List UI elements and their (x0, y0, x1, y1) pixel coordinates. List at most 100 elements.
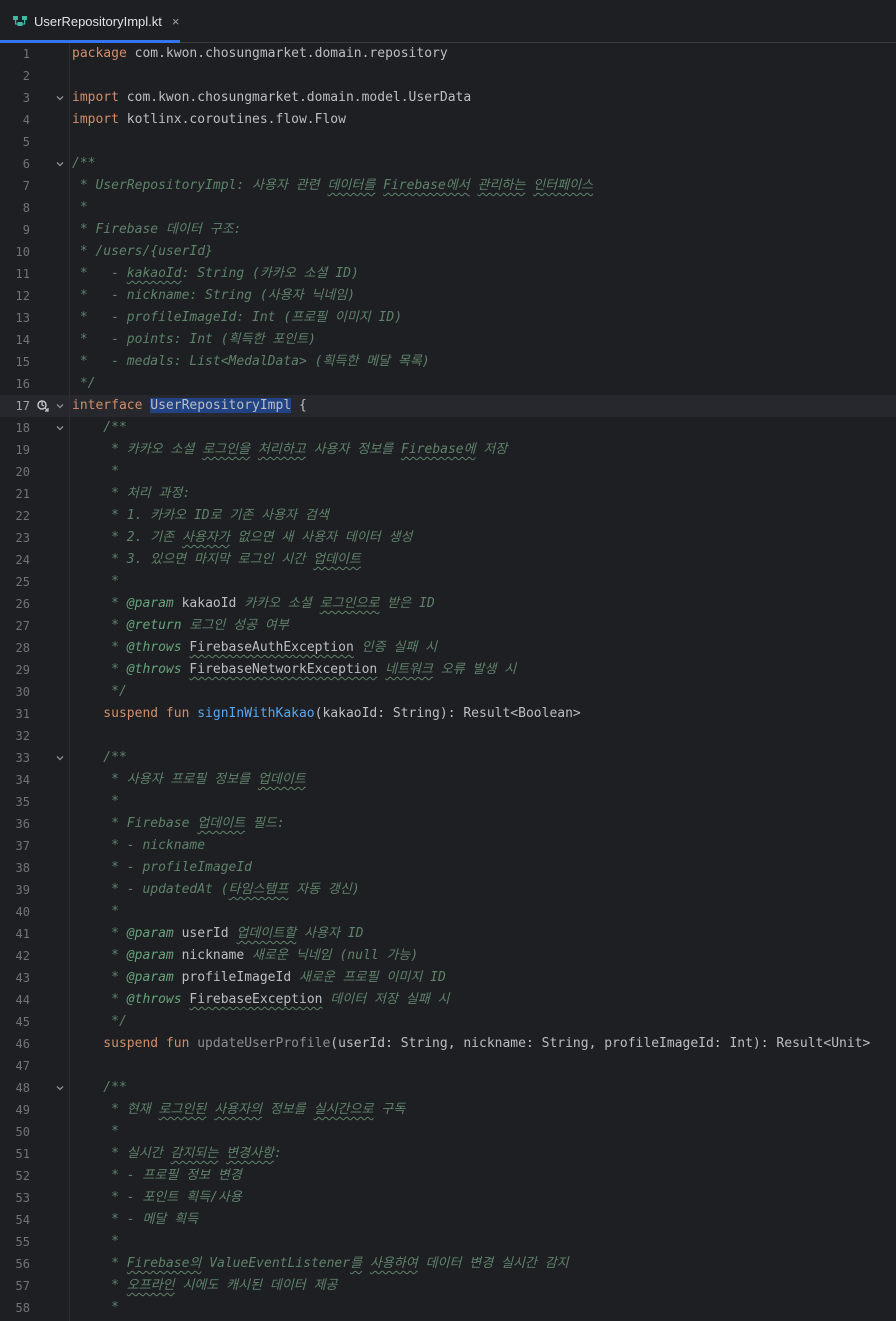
code-line[interactable]: * @param userId 업데이트할 사용자 ID (70, 923, 896, 945)
code-line[interactable]: * 실시간 감지되는 변경사항: (70, 1143, 896, 1165)
line-number: 24 (15, 553, 30, 567)
code-line[interactable]: * - 프로필 정보 변경 (70, 1165, 896, 1187)
line-number: 29 (15, 663, 30, 677)
code-line[interactable]: * (70, 571, 896, 593)
fold-chevron-icon[interactable] (54, 87, 66, 109)
code-line[interactable]: * 현재 로그인된 사용자의 정보를 실시간으로 구독 (70, 1099, 896, 1121)
code-line[interactable]: /** (70, 153, 896, 175)
code-token: * - nickname: String (사용자 닉네임) (72, 288, 356, 303)
code-line[interactable]: * (70, 461, 896, 483)
code-line[interactable]: * - medals: List<MedalData> (획득한 메달 목록) (70, 351, 896, 373)
code-line[interactable]: * 2. 기존 사용자가 없으면 새 사용자 데이터 생성 (70, 527, 896, 549)
line-number: 22 (15, 509, 30, 523)
code-line[interactable]: * @param nickname 새로운 닉네임 (null 가능) (70, 945, 896, 967)
line-number-gutter: 1 2 3 4 5 6 7 8 9 10 11 12 13 14 15 16 17 18 19 20 21 22 23 24 2… (0, 43, 70, 1321)
code-line[interactable] (70, 725, 896, 747)
code-line[interactable]: * @throws FirebaseNetworkException 네트워크 … (70, 659, 896, 681)
line-number: 41 (15, 927, 30, 941)
code-line[interactable]: import com.kwon.chosungmarket.domain.mod… (70, 87, 896, 109)
code-line[interactable]: * Firebase 업데이트 필드: (70, 813, 896, 835)
code-line[interactable]: * - nickname: String (사용자 닉네임) (70, 285, 896, 307)
code-line[interactable]: * Firebase 데이터 구조: (70, 219, 896, 241)
code-line[interactable]: */ (70, 373, 896, 395)
line-number: 36 (15, 817, 30, 831)
code-line[interactable]: suspend fun updateUserProfile(userId: St… (70, 1033, 896, 1055)
code-line[interactable]: * - kakaoId: String (카카오 소셜 ID) (70, 263, 896, 285)
code-token: 구독 (373, 1102, 406, 1117)
code-line[interactable] (70, 65, 896, 87)
code-line[interactable]: * - updatedAt (타임스탬프 자동 갱신) (70, 879, 896, 901)
code-line[interactable]: */ (70, 1011, 896, 1033)
line-number: 26 (15, 597, 30, 611)
code-token: * Firebase 데이터 구조: (72, 222, 242, 237)
code-line[interactable]: * - profileImageId (70, 857, 896, 879)
code-line[interactable]: suspend fun signInWithKakao(kakaoId: Str… (70, 703, 896, 725)
code-line[interactable]: * @param kakaoId 카카오 소셜 로그인으로 받은 ID (70, 593, 896, 615)
line-number: 47 (15, 1059, 30, 1073)
code-token: 타임스탬프 (228, 882, 289, 897)
close-icon[interactable]: × (172, 14, 180, 29)
code-token: 네트워크 (385, 662, 433, 677)
code-line[interactable]: * 사용자 프로필 정보를 업데이트 (70, 769, 896, 791)
fold-chevron-icon[interactable] (54, 395, 66, 417)
code-token: */ (72, 376, 96, 391)
tab-file[interactable]: UserRepositoryImpl.kt × (0, 0, 180, 43)
code-line[interactable]: * 3. 있으면 마지막 로그인 시간 업데이트 (70, 549, 896, 571)
code-line[interactable]: * (70, 901, 896, 923)
code-line[interactable]: * 처리 과정: (70, 483, 896, 505)
code-line[interactable]: * 1. 카카오 ID로 기존 사용자 검색 (70, 505, 896, 527)
line-number: 18 (15, 421, 30, 435)
fold-chevron-icon[interactable] (54, 417, 66, 439)
line-number: 54 (15, 1213, 30, 1227)
code-line[interactable]: import kotlinx.coroutines.flow.Flow (70, 109, 896, 131)
code-line[interactable]: * (70, 791, 896, 813)
code-token: * 1. 카카오 ID로 기존 사용자 검색 (72, 508, 329, 523)
implementations-gutter-icon[interactable] (36, 395, 52, 417)
line-number: 45 (15, 1015, 30, 1029)
code-line[interactable]: /** (70, 417, 896, 439)
line-number: 57 (15, 1279, 30, 1293)
line-number: 5 (22, 135, 30, 149)
code-token: * (72, 640, 127, 655)
code-line[interactable] (70, 131, 896, 153)
code-token: * - profileImageId (72, 860, 253, 875)
code-line[interactable]: /** (70, 747, 896, 769)
code-line[interactable] (70, 1055, 896, 1077)
code-line[interactable]: * - nickname (70, 835, 896, 857)
code-line[interactable]: * - 포인트 획득/사용 (70, 1187, 896, 1209)
code-token: * (72, 1278, 127, 1293)
code-line[interactable]: * UserRepositoryImpl: 사용자 관련 데이터를 Fireba… (70, 175, 896, 197)
code-line[interactable]: * (70, 197, 896, 219)
code-line[interactable]: * /users/{userId} (70, 241, 896, 263)
code-line[interactable]: * @param profileImageId 새로운 프로필 이미지 ID (70, 967, 896, 989)
code-token: * (72, 200, 88, 215)
code-editor[interactable]: package com.kwon.chosungmarket.domain.re… (70, 43, 896, 1321)
code-token: Firebase에 (401, 442, 476, 457)
code-line[interactable]: package com.kwon.chosungmarket.domain.re… (70, 43, 896, 65)
code-token: 업데이트 (197, 816, 246, 831)
code-line[interactable]: interface UserRepositoryImpl { (70, 395, 896, 417)
code-line[interactable]: */ (70, 681, 896, 703)
code-token: @throws (126, 640, 182, 655)
code-line[interactable]: * @throws FirebaseException 데이터 저장 실패 시 (70, 989, 896, 1011)
code-line[interactable]: * 카카오 소셜 로그인을 처리하고 사용자 정보를 Firebase에 저장 (70, 439, 896, 461)
code-line[interactable]: * (70, 1121, 896, 1143)
code-line[interactable]: * - profileImageId: Int (프로필 이미지 ID) (70, 307, 896, 329)
line-number: 13 (15, 311, 30, 325)
code-line[interactable]: /** (70, 1077, 896, 1099)
code-line[interactable]: * Firebase의 ValueEventListener를 사용하여 데이터… (70, 1253, 896, 1275)
code-token: * (72, 794, 119, 809)
code-line[interactable]: * @throws FirebaseAuthException 인증 실패 시 (70, 637, 896, 659)
fold-chevron-icon[interactable] (54, 153, 66, 175)
code-line[interactable]: * - 메달 획득 (70, 1209, 896, 1231)
code-line[interactable]: * @return 로그인 성공 여부 (70, 615, 896, 637)
code-line[interactable]: * (70, 1297, 896, 1319)
fold-chevron-icon[interactable] (54, 747, 66, 769)
code-token: import (72, 112, 127, 127)
code-token: @param (126, 948, 174, 963)
code-token: * (72, 992, 127, 1007)
code-line[interactable]: * (70, 1231, 896, 1253)
code-line[interactable]: * - points: Int (획득한 포인트) (70, 329, 896, 351)
fold-chevron-icon[interactable] (54, 1077, 66, 1099)
code-line[interactable]: * 오프라인 시에도 캐시된 데이터 제공 (70, 1275, 896, 1297)
